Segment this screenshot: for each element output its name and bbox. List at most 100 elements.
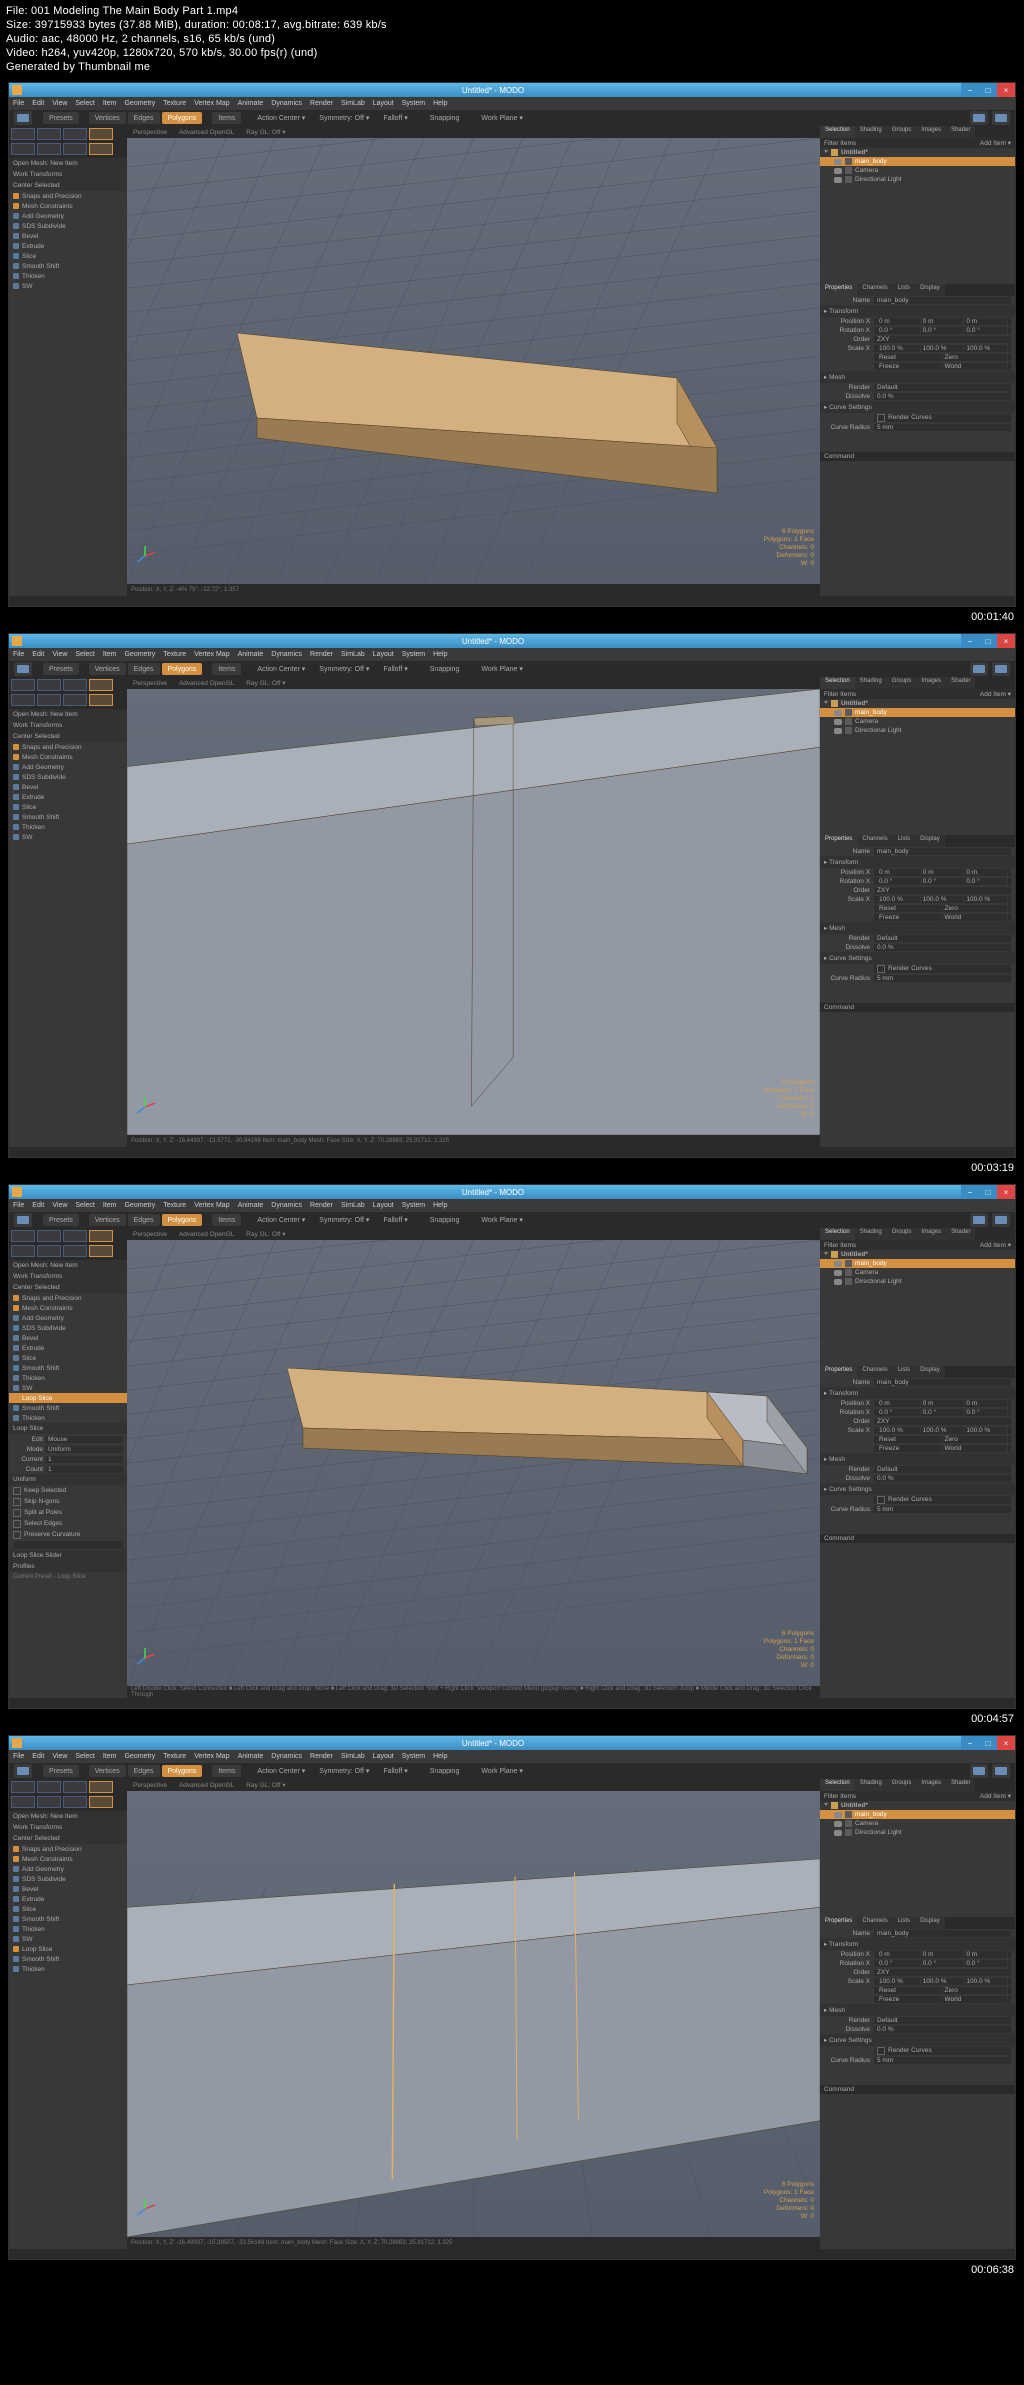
scene-item[interactable]: Directional Light xyxy=(820,175,1015,184)
menu-item[interactable]: View xyxy=(52,651,67,658)
close-button[interactable]: × xyxy=(997,1736,1015,1750)
scene-item[interactable]: Camera xyxy=(820,1268,1015,1277)
menu-item[interactable]: Select xyxy=(75,651,94,658)
maximize-button[interactable]: □ xyxy=(979,1736,997,1750)
mode-tab[interactable]: Work Plane ▾ xyxy=(475,1765,529,1777)
minimize-button[interactable]: − xyxy=(961,634,979,648)
left-tool-row[interactable]: Add Geometry xyxy=(9,762,127,772)
tool-icon[interactable] xyxy=(89,1796,113,1808)
left-tool-row[interactable]: Extrude xyxy=(9,1894,127,1904)
scene-item[interactable]: Camera xyxy=(820,1819,1015,1828)
viewport[interactable]: PerspectiveAdvanced OpenGLRay GL: Off ▾ … xyxy=(127,126,820,596)
left-tool-row[interactable]: SDS Subdivide xyxy=(9,1874,127,1884)
scene-item[interactable]: main_body xyxy=(820,157,1015,166)
menu-item[interactable]: File xyxy=(13,651,24,658)
left-tool-row[interactable]: Snaps and Precision xyxy=(9,1844,127,1854)
left-tool-row[interactable]: Thicken xyxy=(9,822,127,832)
mode-tab[interactable]: Vertices xyxy=(89,112,126,124)
panel-tab[interactable]: Groups xyxy=(887,677,917,689)
menu-item[interactable]: Select xyxy=(75,100,94,107)
panel-tab[interactable]: Channels xyxy=(857,284,892,296)
tool-icon[interactable] xyxy=(63,1796,87,1808)
mode-tab[interactable]: Falloff ▾ xyxy=(377,1214,413,1226)
viewport[interactable]: PerspectiveAdvanced OpenGLRay GL: Off ▾ … xyxy=(127,677,820,1147)
tool-icon[interactable] xyxy=(63,1245,87,1257)
prop-reset[interactable]: ResetZero xyxy=(820,353,1015,362)
prop-freeze[interactable]: FreezeWorld xyxy=(820,362,1015,371)
filter-row[interactable]: Filter ItemsAdd Item ▾ xyxy=(820,1240,1015,1250)
tool-icon[interactable] xyxy=(992,111,1010,125)
tool-icon[interactable] xyxy=(63,143,87,155)
prop-curve-radius[interactable]: Curve Radius5 mm xyxy=(820,1505,1015,1514)
panel-tab[interactable]: Display xyxy=(915,835,945,847)
prop-position[interactable]: Position X0 m0 m0 m xyxy=(820,1399,1015,1408)
mode-tab[interactable]: Presets xyxy=(43,663,79,675)
command-footer[interactable]: Command xyxy=(820,452,1015,461)
loop-opt[interactable]: Split at Poles xyxy=(9,1507,127,1518)
left-tool-row[interactable]: Slice xyxy=(9,802,127,812)
scene-item[interactable]: main_body xyxy=(820,1259,1015,1268)
left-tool-row[interactable]: Mesh Constraints xyxy=(9,752,127,762)
tool-icon[interactable] xyxy=(11,143,35,155)
prop-render-curves[interactable]: Render Curves xyxy=(820,2046,1015,2056)
panel-tab[interactable]: Images xyxy=(916,1228,946,1240)
minimize-button[interactable]: − xyxy=(961,83,979,97)
tool-icon[interactable] xyxy=(63,1230,87,1242)
menu-item[interactable]: Render xyxy=(310,651,333,658)
menu-item[interactable]: Layout xyxy=(373,1202,394,1209)
viewport[interactable]: PerspectiveAdvanced OpenGLRay GL: Off ▾ … xyxy=(127,1779,820,2249)
panel-tab[interactable]: Shader xyxy=(946,1779,975,1791)
tool-icon[interactable] xyxy=(14,1213,32,1227)
scene-item[interactable]: Untitled* xyxy=(820,1801,1015,1810)
menu-item[interactable]: Item xyxy=(103,1753,117,1760)
prop-render-curves[interactable]: Render Curves xyxy=(820,1495,1015,1505)
left-tool-row[interactable]: Bevel xyxy=(9,1884,127,1894)
panel-tab[interactable]: Shading xyxy=(855,1228,887,1240)
mode-tab[interactable]: Snapping xyxy=(424,1214,466,1226)
panel-tab[interactable]: Shader xyxy=(946,677,975,689)
menu-item[interactable]: Animate xyxy=(238,1753,264,1760)
filter-row[interactable]: Filter ItemsAdd Item ▾ xyxy=(820,138,1015,148)
mode-tab[interactable]: Items xyxy=(212,1765,241,1777)
left-tool-row[interactable]: Add Geometry xyxy=(9,1864,127,1874)
prop-name[interactable]: Namemain_body xyxy=(820,847,1015,856)
prop-render[interactable]: RenderDefault xyxy=(820,1465,1015,1474)
loop-opt[interactable]: Select Edges xyxy=(9,1518,127,1529)
prop-curve-radius[interactable]: Curve Radius5 mm xyxy=(820,974,1015,983)
tool-icon[interactable] xyxy=(970,662,988,676)
panel-tab[interactable]: Selection xyxy=(820,677,855,689)
menu-item[interactable]: Select xyxy=(75,1202,94,1209)
mode-tab[interactable]: Presets xyxy=(43,1214,79,1226)
prop-freeze[interactable]: FreezeWorld xyxy=(820,1995,1015,2004)
left-tool-row[interactable]: Extrude xyxy=(9,1343,127,1353)
menu-item[interactable]: Edit xyxy=(32,651,44,658)
mode-tab[interactable]: Falloff ▾ xyxy=(377,112,413,124)
tool-icon[interactable] xyxy=(14,111,32,125)
scene-item[interactable]: Untitled* xyxy=(820,699,1015,708)
loop-mode[interactable]: ModeUniform xyxy=(9,1444,127,1454)
menu-item[interactable]: Item xyxy=(103,100,117,107)
tool-icon[interactable] xyxy=(11,1796,35,1808)
tool-icon[interactable] xyxy=(37,1781,61,1793)
left-tool-row[interactable]: Slice xyxy=(9,1353,127,1363)
menu-item[interactable]: Layout xyxy=(373,651,394,658)
scene-item[interactable]: Camera xyxy=(820,717,1015,726)
tool-icon[interactable] xyxy=(37,143,61,155)
menu-item[interactable]: Help xyxy=(433,1753,447,1760)
mode-tab[interactable]: Action Center ▾ xyxy=(251,1765,311,1777)
prop-render[interactable]: RenderDefault xyxy=(820,2016,1015,2025)
menu-item[interactable]: Dynamics xyxy=(271,1202,302,1209)
panel-tab[interactable]: Selection xyxy=(820,126,855,138)
loop-opt[interactable]: Keep Selected xyxy=(9,1485,127,1496)
panel-tab[interactable]: Channels xyxy=(857,835,892,847)
left-tool-row[interactable]: Mesh Constraints xyxy=(9,201,127,211)
mode-tab[interactable]: Presets xyxy=(43,1765,79,1777)
left-tool-row[interactable]: Thicken xyxy=(9,271,127,281)
menu-item[interactable]: Render xyxy=(310,100,333,107)
mode-tab[interactable]: Snapping xyxy=(424,1765,466,1777)
loop-slider[interactable] xyxy=(13,1541,123,1549)
mode-tab[interactable]: Action Center ▾ xyxy=(251,1214,311,1226)
menu-item[interactable]: File xyxy=(13,1202,24,1209)
left-tool-row[interactable]: Add Geometry xyxy=(9,211,127,221)
close-button[interactable]: × xyxy=(997,1185,1015,1199)
